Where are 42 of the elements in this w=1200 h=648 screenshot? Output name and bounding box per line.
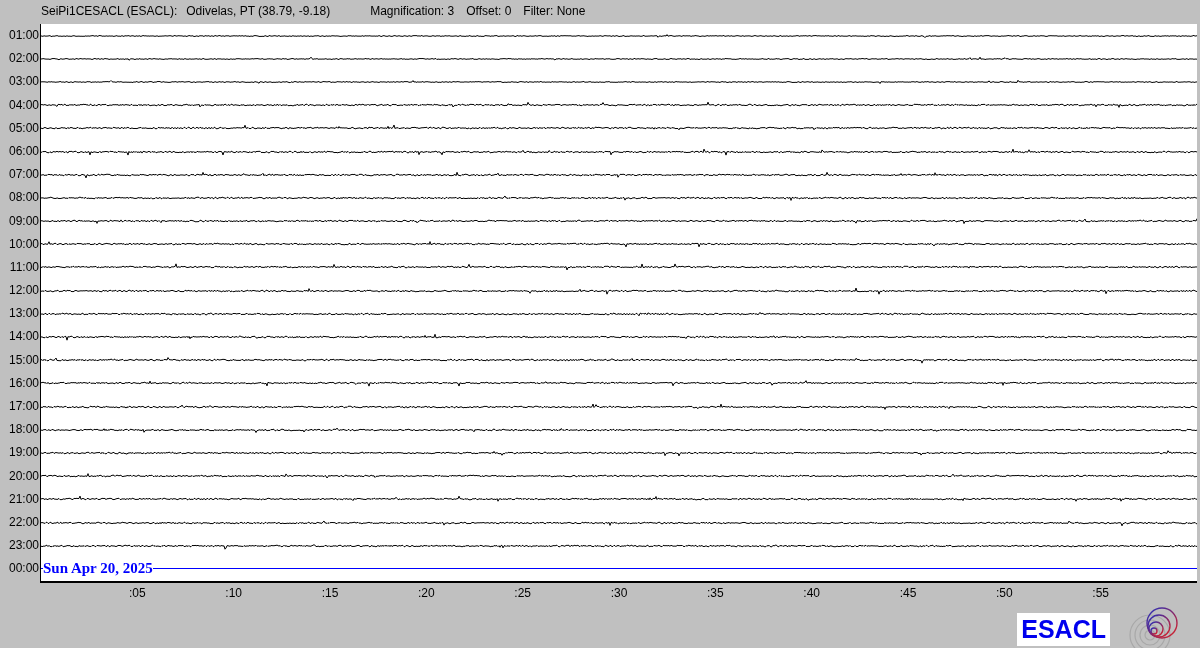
hour-label: 19:00	[7, 444, 40, 462]
time-tick-label: :25	[514, 585, 531, 600]
time-tick-label: :15	[321, 585, 339, 600]
time-tick-label: :40	[803, 585, 820, 600]
hour-label: 07:00	[7, 166, 40, 184]
filter-label: Filter: None	[523, 4, 586, 18]
station-location: Odivelas, PT (38.79, -9.18)	[186, 4, 331, 18]
station-name: SeiPi1CESACL (ESACL):	[41, 4, 178, 18]
hour-label: 15:00	[7, 351, 40, 369]
time-tick-label: :10	[225, 585, 242, 600]
hour-label: 16:00	[7, 374, 40, 392]
logo-text: ESACL	[1017, 613, 1110, 646]
hour-label: 22:00	[7, 513, 40, 531]
hour-label: 03:00	[7, 73, 40, 91]
hour-label: 01:00	[7, 27, 40, 44]
hour-label: 17:00	[7, 398, 40, 415]
hour-label: 02:00	[7, 50, 40, 68]
hour-label: 14:00	[7, 328, 40, 346]
time-tick-label: :45	[899, 585, 917, 600]
hour-label: 23:00	[7, 537, 40, 555]
time-tick-label: :50	[996, 585, 1013, 600]
hour-label: 00:00	[7, 560, 40, 578]
time-tick-label: :35	[707, 585, 724, 600]
hour-label: 13:00	[7, 305, 40, 323]
time-tick-label: :05	[129, 585, 146, 600]
time-tick-label: :55	[1092, 585, 1109, 600]
hour-label: 12:00	[7, 282, 40, 300]
hour-label: 04:00	[7, 96, 40, 114]
hour-label: 08:00	[7, 189, 40, 207]
date-label: Sun Apr 20, 2025	[43, 560, 153, 577]
time-tick-label: :30	[610, 585, 628, 600]
hour-label: 21:00	[7, 490, 40, 508]
hour-label: 05:00	[7, 119, 40, 137]
hour-label: 11:00	[8, 258, 40, 276]
time-tick-label: :20	[418, 585, 435, 600]
hour-label: 06:00	[7, 142, 40, 160]
magnification-label: Magnification: 3	[370, 4, 455, 18]
hour-label: 10:00	[7, 235, 40, 253]
hour-label: 18:00	[7, 421, 40, 439]
offset-label: Offset: 0	[466, 4, 512, 18]
hour-label: 20:00	[7, 467, 40, 485]
hour-label: 09:00	[7, 212, 40, 230]
